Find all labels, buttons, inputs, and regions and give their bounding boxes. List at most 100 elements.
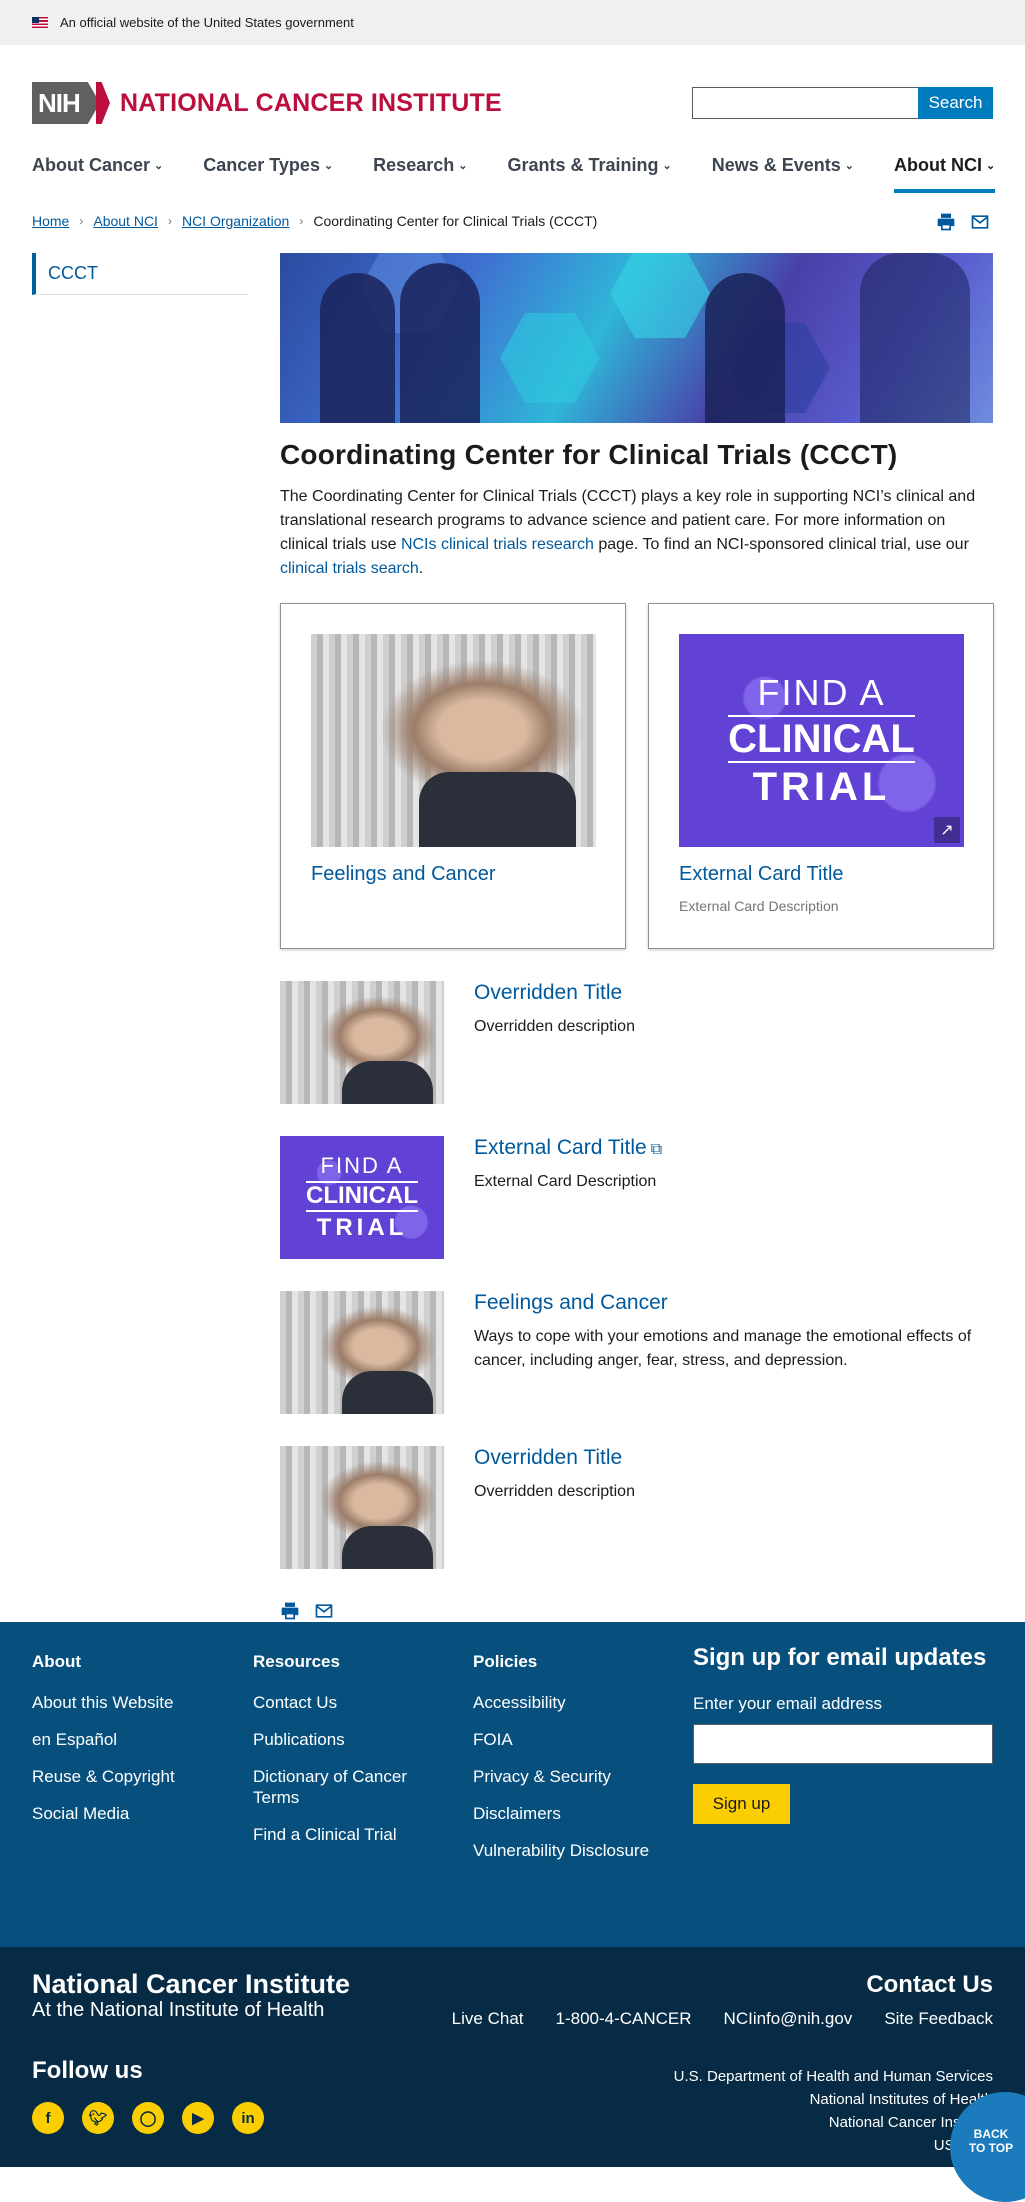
footer-link[interactable]: Contact Us	[253, 1692, 433, 1713]
back-to-top-label: BACK TO TOP	[968, 2127, 1014, 2155]
list-item-image[interactable]	[280, 1446, 444, 1569]
print-icon[interactable]	[280, 1601, 300, 1621]
trial-image-text: TRIAL	[752, 764, 891, 809]
footer-heading: Policies	[473, 1652, 538, 1671]
figure-silhouette	[400, 263, 480, 423]
card-image	[311, 634, 596, 847]
footer-link[interactable]: About this Website	[32, 1692, 222, 1713]
email-link[interactable]: NCIinfo@nih.gov	[724, 2009, 853, 2029]
list-item: Overridden Title Overridden description	[280, 1446, 993, 1569]
agency-link[interactable]: National Cancer Institute	[674, 2111, 993, 2134]
list-item-title-link[interactable]: Overridden Title	[474, 981, 635, 1005]
breadcrumb-nci-organization[interactable]: NCI Organization	[182, 213, 289, 229]
agency-link[interactable]: U.S. Department of Health and Human Serv…	[674, 2065, 993, 2088]
list-item: Overridden Title Overridden description	[280, 981, 993, 1104]
clinical-trials-search-link[interactable]: clinical trials search	[280, 560, 419, 577]
search-input[interactable]	[692, 87, 918, 119]
dynamic-list: Overridden Title Overridden description …	[280, 981, 993, 1569]
twitter-icon[interactable]: 🐦︎	[82, 2102, 114, 2134]
card-title: External Card Title	[679, 863, 844, 885]
list-item-title-link[interactable]: External Card Title ⧉	[474, 1136, 662, 1160]
chevron-down-icon: ⌄	[985, 160, 996, 172]
nav-research[interactable]: Research ⌄	[373, 155, 467, 193]
nav-about-cancer[interactable]: About Cancer ⌄	[32, 155, 163, 193]
sidenav-item-ccct[interactable]: CCCT	[32, 253, 248, 295]
breadcrumb: Home › About NCI › NCI Organization › Co…	[32, 213, 597, 229]
footer-policies-column: Policies Accessibility FOIA Privacy & Se…	[473, 1652, 673, 1877]
email-field[interactable]	[693, 1724, 993, 1764]
footer-link[interactable]: Vulnerability Disclosure	[473, 1840, 673, 1861]
list-item-image[interactable]: FIND A CLINICAL TRIAL	[280, 1136, 444, 1259]
contact-links: Live Chat 1-800-4-CANCER NCIinfo@nih.gov…	[452, 2009, 993, 2029]
search-form: Search	[692, 87, 993, 119]
footer-link[interactable]: Accessibility	[473, 1692, 673, 1713]
footer-link[interactable]: Disclaimers	[473, 1803, 673, 1824]
footer-link[interactable]: Find a Clinical Trial	[253, 1824, 433, 1845]
linkedin-icon[interactable]: in	[232, 2102, 264, 2134]
gov-banner-text: An official website of the United States…	[60, 15, 354, 30]
facebook-icon[interactable]: f	[32, 2102, 64, 2134]
nav-about-nci[interactable]: About NCI ⌄	[893, 155, 996, 193]
subfooter-subtitle: At the National Institute of Health	[32, 1999, 325, 2021]
chevron-down-icon: ⌄	[458, 160, 468, 172]
signup-button[interactable]: Sign up	[693, 1784, 790, 1824]
list-item-title-text: External Card Title	[474, 1136, 647, 1159]
list-item-description: Overridden description	[474, 1018, 635, 1035]
site-feedback-link[interactable]: Site Feedback	[884, 2009, 993, 2029]
external-link-icon: ↗	[934, 817, 960, 843]
search-button[interactable]: Search	[918, 87, 993, 119]
live-chat-link[interactable]: Live Chat	[452, 2009, 524, 2029]
list-item: FIND A CLINICAL TRIAL External Card Titl…	[280, 1136, 993, 1259]
list-item-title-link[interactable]: Feelings and Cancer	[474, 1291, 993, 1315]
card-title: Feelings and Cancer	[311, 863, 496, 885]
social-links: f 🐦︎ ◯ ▶ in	[32, 2102, 264, 2134]
footer-about-column: About About this Website en Español Reus…	[32, 1652, 222, 1840]
card-description: External Card Description	[679, 898, 839, 914]
phone-link[interactable]: 1-800-4-CANCER	[556, 2009, 692, 2029]
list-item-description: External Card Description	[474, 1173, 657, 1190]
figure-silhouette	[860, 253, 970, 423]
main-content: Coordinating Center for Clinical Trials …	[280, 253, 994, 1621]
trial-image-text: FIND A	[320, 1153, 404, 1179]
external-link-icon: ⧉	[650, 1141, 663, 1158]
footer-link[interactable]: Privacy & Security	[473, 1766, 673, 1787]
footer-link[interactable]: Dictionary of Cancer Terms	[253, 1766, 433, 1808]
email-icon[interactable]	[314, 1601, 334, 1621]
nav-grants-training[interactable]: Grants & Training ⌄	[507, 155, 671, 193]
figure-silhouette	[705, 273, 785, 423]
nav-cancer-types[interactable]: Cancer Types ⌄	[203, 155, 333, 193]
youtube-icon[interactable]: ▶	[182, 2102, 214, 2134]
footer: About About this Website en Español Reus…	[0, 1622, 1025, 1947]
nci-logo[interactable]: NIH NATIONAL CANCER INSTITUTE	[32, 82, 502, 124]
page-title: Coordinating Center for Clinical Trials …	[280, 439, 898, 470]
footer-link[interactable]: en Español	[32, 1729, 222, 1750]
print-icon[interactable]	[936, 212, 956, 232]
footer-link[interactable]: Publications	[253, 1729, 433, 1750]
figure-silhouette	[320, 273, 395, 423]
hex-shape	[500, 313, 600, 403]
email-icon[interactable]	[970, 212, 990, 232]
footer-resources-column: Resources Contact Us Publications Dictio…	[253, 1652, 433, 1861]
breadcrumb-home[interactable]: Home	[32, 213, 69, 229]
contact-heading: Contact Us	[866, 1971, 993, 1998]
feature-card-feelings[interactable]: Feelings and Cancer	[280, 603, 626, 949]
agency-link[interactable]: National Institutes of Health	[674, 2088, 993, 2111]
chevron-right-icon: ›	[79, 214, 84, 228]
agency-link[interactable]: USA.gov	[674, 2134, 993, 2157]
instagram-icon[interactable]: ◯	[132, 2102, 164, 2134]
follow-us-heading: Follow us	[32, 2057, 143, 2084]
list-item-title-link[interactable]: Overridden Title	[474, 1446, 635, 1470]
hero-banner-image	[280, 253, 993, 423]
feature-card-external[interactable]: FIND A CLINICAL TRIAL ↗ External Card Ti…	[648, 603, 994, 949]
breadcrumb-about-nci[interactable]: About NCI	[93, 213, 158, 229]
list-item-image[interactable]	[280, 981, 444, 1104]
footer-link[interactable]: Reuse & Copyright	[32, 1766, 222, 1787]
list-item-image[interactable]	[280, 1291, 444, 1414]
footer-heading: Resources	[253, 1652, 340, 1671]
footer-link[interactable]: Social Media	[32, 1803, 222, 1824]
intro-text: page. To find an NCI-sponsored clinical …	[593, 536, 969, 553]
footer-link[interactable]: FOIA	[473, 1729, 673, 1750]
nav-news-events[interactable]: News & Events ⌄	[712, 155, 854, 193]
footer-heading: About	[32, 1652, 82, 1671]
clinical-trials-research-link[interactable]: NCIs clinical trials research	[401, 536, 594, 553]
